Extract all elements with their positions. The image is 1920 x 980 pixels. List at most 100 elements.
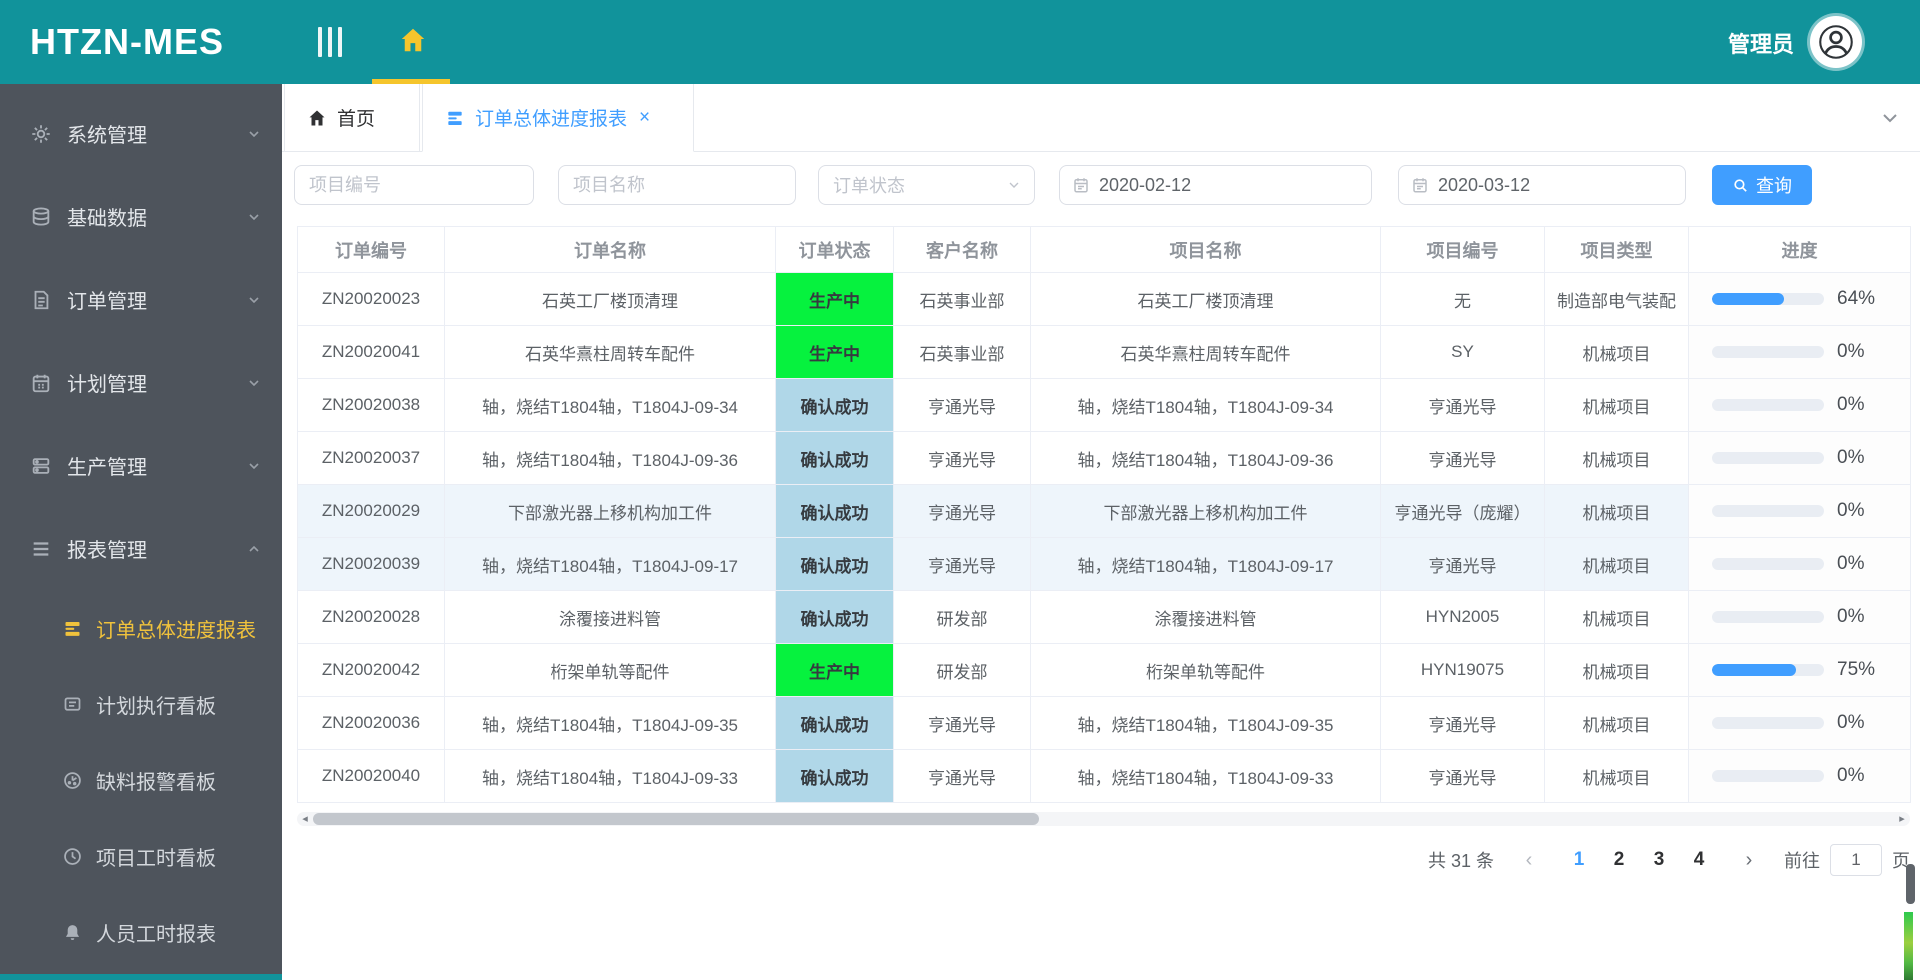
sidebar-item-planning[interactable]: 计划管理: [0, 341, 282, 424]
next-page-icon[interactable]: ›: [1738, 849, 1760, 872]
cell-project-name: 轴，烧结T1804轴，T1804J-09-35: [1030, 696, 1381, 750]
cell-customer: 石英事业部: [893, 272, 1031, 326]
cell-project-type: 制造部电气装配: [1544, 272, 1689, 326]
table-row: ZN20020039 轴，烧结T1804轴，T1804J-09-17 确认成功 …: [297, 537, 1911, 591]
cell-customer: 亨通光导: [893, 696, 1031, 750]
cell-progress: 0%: [1688, 696, 1911, 750]
chevron-down-icon: [246, 375, 262, 391]
sidebar-subitem-order-progress-report[interactable]: 订单总体进度报表: [0, 590, 282, 666]
col-header-progress: 进度: [1688, 226, 1911, 273]
end-date-picker[interactable]: 2020-03-12: [1398, 165, 1686, 205]
database-icon: [30, 206, 52, 228]
status-badge: 确认成功: [775, 431, 894, 485]
close-icon[interactable]: ×: [639, 107, 650, 129]
table-row: ZN20020040 轴，烧结T1804轴，T1804J-09-33 确认成功 …: [297, 749, 1911, 803]
progress-label: 75%: [1837, 659, 1876, 680]
sidebar-subitem-staff-hours-report[interactable]: 人员工时报表: [0, 894, 282, 970]
cell-customer: 亨通光导: [893, 378, 1031, 432]
order-status-select[interactable]: 订单状态: [818, 165, 1035, 205]
cell-project-type: 机械项目: [1544, 643, 1689, 697]
cell-project-name: 轴，烧结T1804轴，T1804J-09-36: [1030, 431, 1381, 485]
sidebar-subitem-label: 人员工时报表: [96, 923, 216, 946]
page-numbers: 1 2 3 4: [1564, 849, 1714, 871]
tab-actions-chevron-icon[interactable]: [1878, 106, 1902, 130]
list-icon: [30, 538, 52, 560]
horizontal-scrollbar[interactable]: ◂ ▸: [297, 812, 1910, 826]
prev-page-icon[interactable]: ‹: [1518, 849, 1540, 872]
table-row: ZN20020028 涂覆接进料管 确认成功 研发部 涂覆接进料管 HYN200…: [297, 590, 1911, 644]
sidebar-item-orders[interactable]: 订单管理: [0, 258, 282, 341]
active-nav-underline: [372, 79, 450, 84]
cell-order-no: ZN20020028: [297, 590, 445, 644]
status-badge: 确认成功: [775, 484, 894, 538]
page-number-4[interactable]: 4: [1684, 849, 1714, 871]
sidebar-subitem-project-hours-board[interactable]: 项目工时看板: [0, 818, 282, 894]
progress-track: [1712, 770, 1824, 782]
scroll-left-icon[interactable]: ◂: [298, 812, 312, 826]
cell-project-no: SY: [1380, 325, 1545, 379]
avatar[interactable]: [1810, 16, 1862, 68]
page-number-2[interactable]: 2: [1604, 849, 1634, 871]
sidebar-subitem-plan-board[interactable]: 计划执行看板: [0, 666, 282, 742]
start-date-picker[interactable]: 2020-02-12: [1059, 165, 1372, 205]
cell-order-no: ZN20020041: [297, 325, 445, 379]
sidebar-collapse-icon[interactable]: [318, 27, 342, 57]
scroll-right-icon[interactable]: ▸: [1895, 812, 1909, 826]
cell-progress: 0%: [1688, 325, 1911, 379]
sidebar-item-production[interactable]: 生产管理: [0, 424, 282, 507]
cell-customer: 亨通光导: [893, 431, 1031, 485]
progress-label: 0%: [1837, 765, 1865, 786]
sidebar-item-reports[interactable]: 报表管理: [0, 507, 282, 590]
progress-label: 64%: [1837, 288, 1876, 309]
tab-home[interactable]: 首页: [284, 84, 420, 152]
cell-progress: 0%: [1688, 431, 1911, 485]
sidebar-subitem-label: 订单总体进度报表: [96, 619, 256, 642]
sidebar-item-basic-data[interactable]: 基础数据: [0, 175, 282, 258]
cell-project-name: 石英工厂楼顶清理: [1030, 272, 1381, 326]
home-icon[interactable]: [398, 25, 428, 55]
cell-customer: 研发部: [893, 643, 1031, 697]
cell-project-name: 轴，烧结T1804轴，T1804J-09-33: [1030, 749, 1381, 803]
project-no-input[interactable]: [294, 165, 534, 205]
tab-order-progress-report[interactable]: 订单总体进度报表 ×: [422, 84, 694, 152]
goto-page-input[interactable]: [1830, 844, 1882, 876]
chevron-down-icon: [246, 126, 262, 142]
project-name-input[interactable]: [558, 165, 796, 205]
sidebar-item-system[interactable]: 系统管理: [0, 92, 282, 175]
sidebar-item-label: 订单管理: [67, 291, 147, 313]
sidebar-subitem-label: 项目工时看板: [96, 847, 216, 870]
search-button[interactable]: 查询: [1712, 165, 1812, 205]
cell-progress: 75%: [1688, 643, 1911, 697]
progress-fill: [1712, 664, 1796, 676]
cell-project-name: 轴，烧结T1804轴，T1804J-09-17: [1030, 537, 1381, 591]
col-header-order-status: 订单状态: [775, 226, 894, 273]
clock-icon: [62, 846, 83, 867]
cell-order-name: 桁架单轨等配件: [444, 643, 776, 697]
progress-label: 0%: [1837, 394, 1865, 415]
table-row: ZN20020038 轴，烧结T1804轴，T1804J-09-34 确认成功 …: [297, 378, 1911, 432]
chevron-down-icon: [246, 458, 262, 474]
scrollbar-thumb[interactable]: [313, 813, 1039, 825]
page-number-3[interactable]: 3: [1644, 849, 1674, 871]
progress-label: 0%: [1837, 606, 1865, 627]
cell-project-no: 亨通光导（庞耀）: [1380, 484, 1545, 538]
sidebar-item-label: 基础数据: [67, 208, 147, 230]
user-name[interactable]: 管理员: [1728, 27, 1794, 59]
page-number-1[interactable]: 1: [1564, 849, 1594, 871]
server-icon: [30, 455, 52, 477]
chevron-down-icon: [1006, 177, 1022, 193]
table-row: ZN20020042 桁架单轨等配件 生产中 研发部 桁架单轨等配件 HYN19…: [297, 643, 1911, 697]
progress-label: 0%: [1837, 447, 1865, 468]
cell-order-no: ZN20020042: [297, 643, 445, 697]
cell-project-no: 亨通光导: [1380, 696, 1545, 750]
cell-project-no: 亨通光导: [1380, 431, 1545, 485]
start-date-value: 2020-02-12: [1099, 174, 1192, 195]
cell-project-name: 石英华熹柱周转车配件: [1030, 325, 1381, 379]
sidebar-subitem-material-alarm-board[interactable]: 缺料报警看板: [0, 742, 282, 818]
table-row: ZN20020023 石英工厂楼顶清理 生产中 石英事业部 石英工厂楼顶清理 无…: [297, 272, 1911, 326]
cell-order-name: 轴，烧结T1804轴，T1804J-09-36: [444, 431, 776, 485]
progress-label: 0%: [1837, 500, 1865, 521]
progress-track: [1712, 664, 1824, 676]
vertical-scrollbar-thumb[interactable]: [1906, 864, 1915, 904]
cell-order-name: 石英工厂楼顶清理: [444, 272, 776, 326]
